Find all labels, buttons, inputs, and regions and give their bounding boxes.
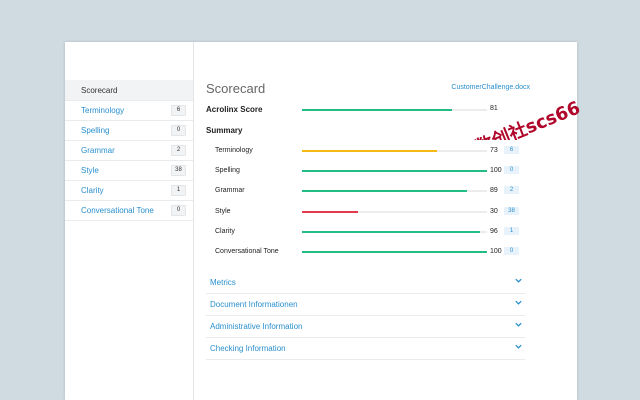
summary-row-issue-badge: 6: [504, 146, 519, 154]
accordion-label: Checking Information: [210, 344, 286, 353]
sidebar-item-count-badge: 6: [171, 105, 186, 116]
sidebar-item-label: Clarity: [81, 186, 104, 195]
sidebar-item-count-badge: 0: [171, 205, 186, 216]
acrolinx-score-bar-fill: [302, 109, 452, 111]
summary-row-bar-fill: [302, 190, 467, 192]
sidebar-item-clarity[interactable]: Clarity 1: [65, 180, 193, 201]
sidebar-item-count-badge: 38: [171, 165, 186, 176]
summary-heading: Summary: [206, 126, 243, 135]
summary-row-bar-fill: [302, 251, 487, 253]
accordion-document-information[interactable]: Document Informationen: [206, 294, 525, 316]
sidebar-item-label: Terminology: [81, 106, 125, 115]
summary-row-issue-badge: 1: [504, 227, 519, 235]
summary-row-issue-badge: 2: [504, 186, 519, 194]
accordion-metrics[interactable]: Metrics: [206, 272, 525, 294]
summary-row-bar: [302, 251, 487, 253]
summary-row-bar: [302, 190, 487, 192]
sidebar-item-conversational-tone[interactable]: Conversational Tone 0: [65, 200, 193, 221]
summary-row-label: Spelling: [215, 167, 240, 174]
chevron-down-icon: [515, 278, 522, 283]
summary-row-value: 96: [490, 228, 498, 235]
acrolinx-score-label: Acrolinx Score: [206, 105, 263, 114]
summary-row-value: 30: [490, 208, 498, 215]
summary-row-value: 100: [490, 167, 502, 174]
summary-row-bar-fill: [302, 211, 358, 213]
summary-row-issue-badge: 0: [504, 247, 519, 255]
summary-row-label: Clarity: [215, 228, 235, 235]
sidebar: Scorecard Terminology 6 Spelling 0 Gramm…: [65, 42, 194, 400]
summary-row-bar-fill: [302, 231, 480, 233]
sidebar-item-label: Conversational Tone: [81, 206, 154, 215]
sidebar-item-count-badge: 0: [171, 125, 186, 136]
summary-row-value: 89: [490, 187, 498, 194]
summary-row-bar-fill: [302, 150, 438, 152]
summary-row-label: Conversational Tone: [215, 248, 279, 255]
sidebar-item-style[interactable]: Style 38: [65, 160, 193, 181]
summary-row-bar: [302, 170, 487, 172]
sidebar-item-terminology[interactable]: Terminology 6: [65, 100, 193, 121]
sidebar-item-count-badge: 2: [171, 145, 186, 156]
accordion-label: Document Informationen: [210, 300, 298, 309]
sidebar-item-count-badge: 1: [171, 185, 186, 196]
chevron-down-icon: [515, 344, 522, 349]
summary-row-label: Style: [215, 208, 231, 215]
accordion-checking-information[interactable]: Checking Information: [206, 338, 525, 360]
summary-row-label: Grammar: [215, 187, 245, 194]
sidebar-item-scorecard[interactable]: Scorecard: [65, 80, 193, 101]
watermark-text: 数创社scs66: [472, 100, 583, 140]
accordion-label: Metrics: [210, 278, 236, 287]
summary-row-value: 73: [490, 147, 498, 154]
chevron-down-icon: [515, 300, 522, 305]
summary-row-bar: [302, 150, 487, 152]
sidebar-item-label: Scorecard: [81, 86, 118, 95]
page-title: Scorecard: [206, 81, 266, 96]
sidebar-item-spelling[interactable]: Spelling 0: [65, 120, 193, 141]
summary-row-bar: [302, 231, 487, 233]
accordion-label: Administrative Information: [210, 322, 303, 331]
watermark: 数创社scs66: [472, 100, 583, 140]
chevron-down-icon: [515, 322, 522, 327]
document-link[interactable]: CustomerChallenge.docx: [451, 84, 530, 91]
sidebar-item-label: Style: [81, 166, 99, 175]
scorecard-panel: Scorecard CustomerChallenge.docx Acrolin…: [194, 42, 577, 400]
sidebar-item-grammar[interactable]: Grammar 2: [65, 140, 193, 161]
summary-row-issue-badge: 0: [504, 166, 519, 174]
sidebar-item-label: Spelling: [81, 126, 110, 135]
scorecard-window: Scorecard Terminology 6 Spelling 0 Gramm…: [65, 42, 577, 400]
summary-row-label: Terminology: [215, 147, 253, 154]
summary-row-value: 100: [490, 248, 502, 255]
sidebar-item-label: Grammar: [81, 146, 115, 155]
summary-row-issue-badge: 38: [504, 207, 519, 215]
summary-row-bar: [302, 211, 487, 213]
accordion-administrative-information[interactable]: Administrative Information: [206, 316, 525, 338]
summary-row-bar-fill: [302, 170, 487, 172]
